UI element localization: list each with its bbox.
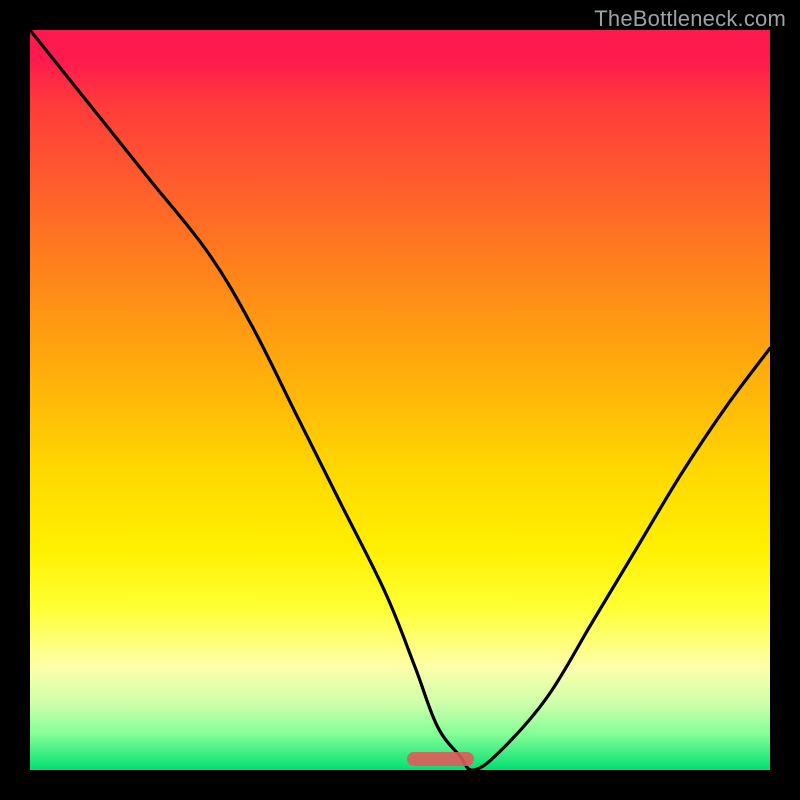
optimal-marker xyxy=(407,752,474,766)
curve-svg xyxy=(30,30,770,770)
plot-area xyxy=(30,30,770,770)
watermark-text: TheBottleneck.com xyxy=(594,6,786,32)
chart-frame: TheBottleneck.com xyxy=(0,0,800,800)
bottleneck-curve xyxy=(30,30,770,770)
